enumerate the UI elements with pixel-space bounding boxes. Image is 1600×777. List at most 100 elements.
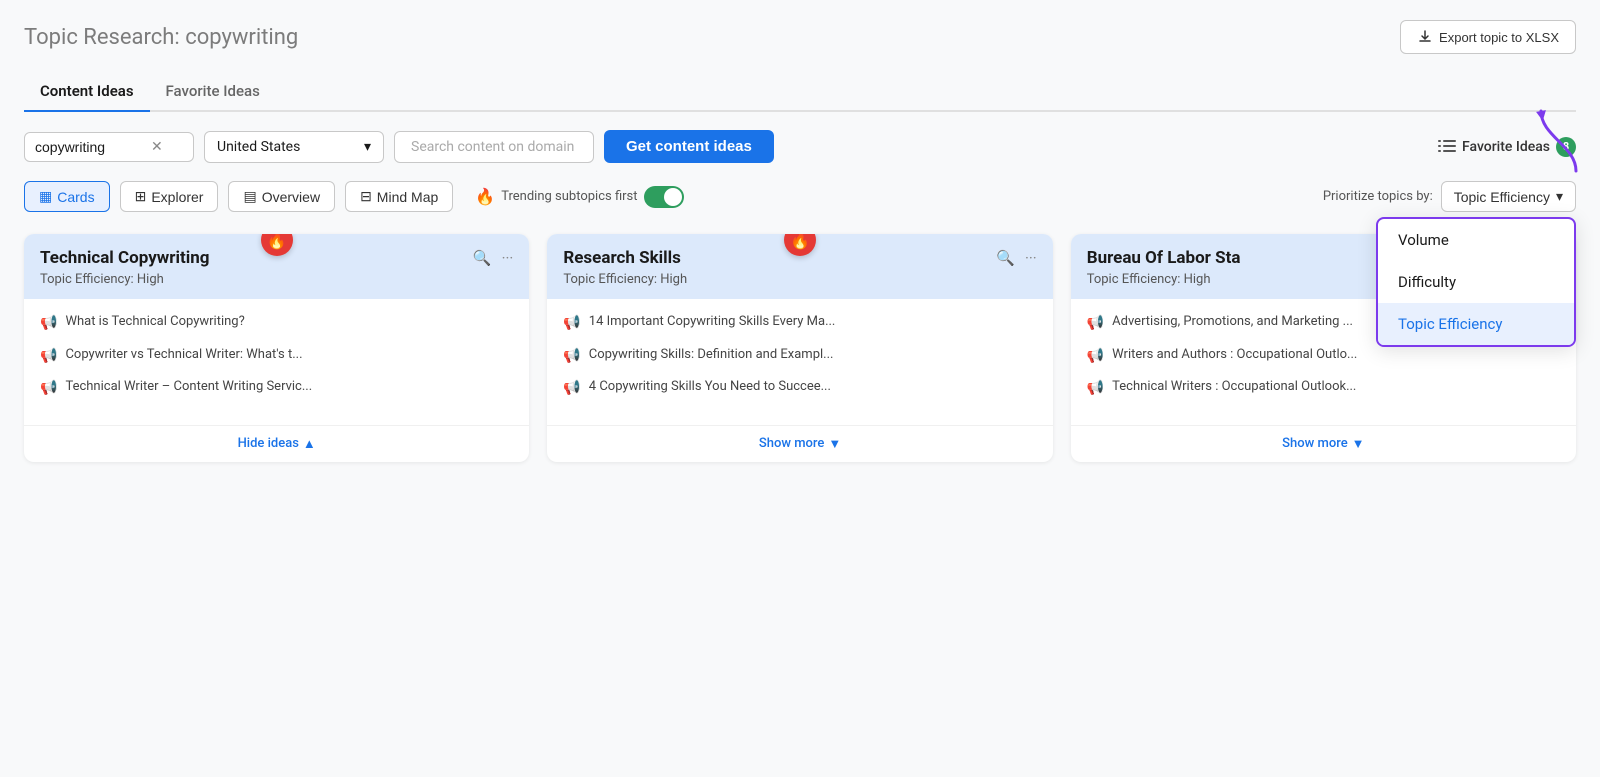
card-footer-3: Show more ▼ <box>1071 425 1576 462</box>
list-item: 📢 Copywriter vs Technical Writer: What's… <box>40 346 513 367</box>
dropdown-item-topic-efficiency[interactable]: Topic Efficiency <box>1378 303 1574 345</box>
overview-icon: ▤ <box>243 188 256 205</box>
title-keyword: copywriting <box>185 25 298 50</box>
footer-label-3: Show more <box>1282 436 1348 451</box>
keyword-input-wrap: ✕ <box>24 132 194 162</box>
list-item: 📢 What is Technical Copywriting? <box>40 313 513 334</box>
card-title-2: Research Skills <box>563 248 681 268</box>
card-header-2: Research Skills 🔍 ··· Topic Efficiency: … <box>547 234 1052 299</box>
mindmap-icon: ⊟ <box>360 188 372 205</box>
card-actions-2: 🔍 ··· <box>996 249 1036 267</box>
cards-label: Cards <box>57 189 94 205</box>
list-item: 📢 Technical Writers : Occupational Outlo… <box>1087 378 1560 399</box>
list-item: 📢 Copywriting Skills: Definition and Exa… <box>563 346 1036 367</box>
view-mindmap-button[interactable]: ⊟ Mind Map <box>345 181 453 212</box>
search-icon-1[interactable]: 🔍 <box>473 249 492 267</box>
tab-content-ideas[interactable]: Content Ideas <box>24 74 150 112</box>
green-link-icon: 📢 <box>1087 314 1104 334</box>
favorite-ideas-button[interactable]: Favorite Ideas 8 <box>1438 137 1576 157</box>
trending-toggle[interactable] <box>644 186 684 208</box>
list-item: 📢 Technical Writer – Content Writing Ser… <box>40 378 513 399</box>
prioritize-label: Prioritize topics by: <box>1323 189 1433 204</box>
more-icon-1[interactable]: ··· <box>502 249 514 267</box>
fire-icon: 🔥 <box>475 187 495 206</box>
card-footer-2: Show more ▼ <box>547 425 1052 462</box>
keyword-input[interactable] <box>35 139 145 155</box>
card-link-text[interactable]: 14 Important Copywriting Skills Every Ma… <box>589 313 836 331</box>
footer-icon-3: ▼ <box>1352 436 1365 452</box>
overview-label: Overview <box>262 189 320 205</box>
list-item: 📢 Writers and Authors : Occupational Out… <box>1087 346 1560 367</box>
domain-placeholder: Search content on domain <box>411 139 574 155</box>
card-link-text[interactable]: Technical Writer – Content Writing Servi… <box>65 378 312 396</box>
card-link-text[interactable]: Copywriting Skills: Definition and Examp… <box>589 346 834 364</box>
blue-link-icon: 📢 <box>563 347 580 367</box>
trending-label: 🔥 Trending subtopics first <box>475 186 683 208</box>
card-actions-1: 🔍 ··· <box>473 249 513 267</box>
country-select[interactable]: United States ▾ <box>204 131 384 163</box>
export-icon <box>1417 29 1433 45</box>
tab-favorite-ideas[interactable]: Favorite Ideas <box>150 74 276 112</box>
list-item: 📢 4 Copywriting Skills You Need to Succe… <box>563 378 1036 399</box>
hide-ideas-button[interactable]: Hide ideas ▲ <box>40 436 513 452</box>
footer-label-1: Hide ideas <box>238 436 299 451</box>
card-technical-copywriting: Technical Copywriting 🔍 ··· Topic Effici… <box>24 234 529 462</box>
get-ideas-label: Get content ideas <box>626 138 752 155</box>
list-item: 📢 14 Important Copywriting Skills Every … <box>563 313 1036 334</box>
blue-link-icon: 📢 <box>40 347 57 367</box>
view-toolbar: ▦ Cards ⊞ Explorer ▤ Overview ⊟ Mind Map… <box>24 181 1576 212</box>
get-ideas-button[interactable]: Get content ideas <box>604 130 774 163</box>
card-research-skills: Research Skills 🔍 ··· Topic Efficiency: … <box>547 234 1052 462</box>
card-title-3: Bureau Of Labor Sta <box>1087 248 1241 268</box>
explorer-label: Explorer <box>151 189 203 205</box>
export-button[interactable]: Export topic to XLSX <box>1400 20 1576 54</box>
view-explorer-button[interactable]: ⊞ Explorer <box>120 181 219 212</box>
show-more-button-2[interactable]: Show more ▼ <box>563 436 1036 452</box>
card-link-text[interactable]: Technical Writers : Occupational Outlook… <box>1112 378 1356 396</box>
priority-select-button[interactable]: Topic Efficiency ▾ <box>1441 181 1576 212</box>
mindmap-label: Mind Map <box>377 189 438 205</box>
cards-icon: ▦ <box>39 188 52 205</box>
title-static: Topic Research: <box>24 25 180 50</box>
view-overview-button[interactable]: ▤ Overview <box>228 181 335 212</box>
blue-link-icon: 📢 <box>1087 379 1104 399</box>
card-link-text[interactable]: Writers and Authors : Occupational Outlo… <box>1112 346 1357 364</box>
card-efficiency-1: Topic Efficiency: High <box>40 272 513 287</box>
card-footer-1: Hide ideas ▲ <box>24 425 529 462</box>
card-link-text[interactable]: Copywriter vs Technical Writer: What's t… <box>65 346 302 364</box>
more-icon-2[interactable]: ··· <box>1025 249 1037 267</box>
country-label: United States <box>217 139 300 155</box>
card-link-text[interactable]: What is Technical Copywriting? <box>65 313 244 331</box>
show-more-button-3[interactable]: Show more ▼ <box>1087 436 1560 452</box>
dropdown-item-volume[interactable]: Volume <box>1378 219 1574 261</box>
card-body-1: 📢 What is Technical Copywriting? 📢 Copyw… <box>24 299 529 425</box>
search-icon-2[interactable]: 🔍 <box>996 249 1015 267</box>
card-efficiency-2: Topic Efficiency: High <box>563 272 1036 287</box>
priority-selected-label: Topic Efficiency <box>1454 189 1550 205</box>
clear-keyword-icon[interactable]: ✕ <box>151 139 163 155</box>
green-link-icon: 📢 <box>563 314 580 334</box>
chevron-down-icon: ▾ <box>364 139 371 155</box>
card-title-1: Technical Copywriting <box>40 248 209 268</box>
footer-icon-1: ▲ <box>303 436 316 452</box>
dropdown-item-difficulty[interactable]: Difficulty <box>1378 261 1574 303</box>
card-header-1: Technical Copywriting 🔍 ··· Topic Effici… <box>24 234 529 299</box>
explorer-icon: ⊞ <box>135 188 147 205</box>
favorite-count-badge: 8 <box>1556 137 1576 157</box>
footer-icon-2: ▼ <box>828 436 841 452</box>
blue-link-icon: 📢 <box>40 379 57 399</box>
chevron-down-icon: ▾ <box>1556 188 1563 205</box>
search-toolbar: ✕ United States ▾ Search content on doma… <box>24 130 1576 163</box>
view-cards-button[interactable]: ▦ Cards <box>24 181 110 212</box>
green-link-icon: 📢 <box>40 314 57 334</box>
favorite-ideas-label: Favorite Ideas <box>1462 139 1550 155</box>
blue-link-icon: 📢 <box>563 379 580 399</box>
card-link-text[interactable]: 4 Copywriting Skills You Need to Succee.… <box>589 378 831 396</box>
prioritize-wrap: Prioritize topics by: Topic Efficiency ▾… <box>1323 181 1576 212</box>
list-icon <box>1438 140 1456 154</box>
domain-search-input[interactable]: Search content on domain <box>394 131 594 163</box>
footer-label-2: Show more <box>759 436 825 451</box>
priority-dropdown: Volume Difficulty Topic Efficiency <box>1376 217 1576 347</box>
card-link-text[interactable]: Advertising, Promotions, and Marketing .… <box>1112 313 1353 331</box>
export-label: Export topic to XLSX <box>1439 30 1559 45</box>
